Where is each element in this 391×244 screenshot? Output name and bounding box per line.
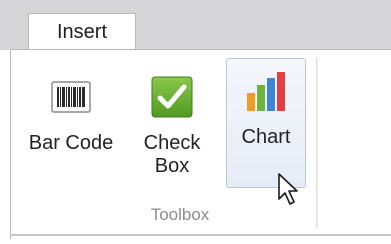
bar-chart-icon	[247, 72, 285, 111]
tab-insert[interactable]: Insert	[28, 13, 136, 50]
group-separator	[316, 58, 318, 228]
chart-button-label: Chart	[241, 126, 291, 148]
barcode-icon	[51, 81, 91, 113]
barcode-button[interactable]: Bar Code	[22, 68, 120, 198]
checkbox-button[interactable]: Check Box	[135, 68, 209, 198]
checkbox-icon	[151, 76, 193, 118]
arrow-cursor-icon	[278, 173, 298, 205]
ribbon-bottom-border	[10, 234, 391, 236]
checkbox-button-label-line1: Check	[143, 132, 201, 154]
chart-button[interactable]: Chart	[226, 58, 306, 188]
group-label-toolbox: Toolbox	[150, 205, 210, 224]
checkbox-button-label-line2: Box	[154, 155, 190, 177]
barcode-button-label: Bar Code	[28, 132, 114, 154]
